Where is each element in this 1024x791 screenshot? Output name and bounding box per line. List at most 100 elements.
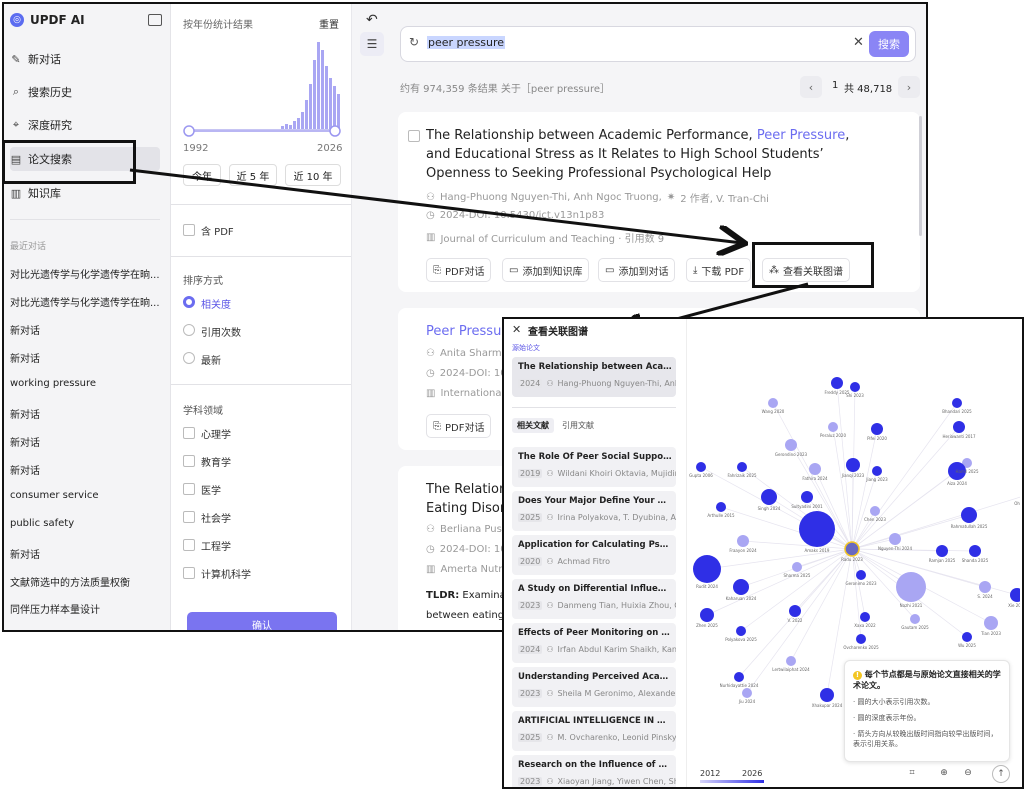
graph-node-label: Bhandari 2025 <box>942 409 972 414</box>
paper-year: 2024 <box>518 645 543 654</box>
graph-node-label: Nurhidayattie 2024 <box>720 683 759 688</box>
graph-node-label: Rudit 2024 <box>696 584 718 589</box>
user-icon: ⚇ <box>546 777 554 786</box>
paper-title: Application for Calculating Psych... <box>518 540 672 550</box>
graph-node-label: Jianqi 2023 <box>841 473 865 478</box>
graph-paper-list: ✕ 查看关联图谱 源始论文 The Relationship between A… <box>504 319 687 787</box>
paper-meta: 2024 ⚇ Hang-Phuong Nguyen-Thi, Anh... <box>518 379 676 388</box>
graph-node <box>936 545 948 557</box>
user-icon: ⚇ <box>546 733 554 742</box>
paper-year: 2024 <box>518 379 543 388</box>
graph-node <box>952 398 962 408</box>
graph-node-label: Fahrizaik 2025 <box>727 473 757 478</box>
paper-meta: 2019⚇Wildani Khoiri Oktavia, Mujidin ... <box>518 469 676 478</box>
tooltip-head-text: 每个节点都是与原始论文直接相关的学术论文。 <box>853 670 1001 690</box>
graph-node <box>828 422 838 432</box>
graph-node-label: Geronimo 2023 <box>845 581 876 586</box>
graph-node <box>831 377 843 389</box>
zoom-out-icon[interactable]: ⊖ <box>960 765 976 781</box>
graph-node <box>856 634 866 644</box>
graph-node-label: Polyakova 2025 <box>725 637 757 642</box>
related-paper-item[interactable]: Research on the Influence of Acad... 2023… <box>512 755 676 787</box>
graph-node-label: Wang 2020 <box>762 409 785 414</box>
graph-node-label: Shanda 2025 <box>962 558 989 563</box>
graph-node-label: Fraayon 2024 <box>729 548 757 553</box>
paper-year: 2023 <box>518 601 543 610</box>
paper-year: 2019 <box>518 469 543 478</box>
graph-node-label: Xhakupar 2024 <box>812 703 843 708</box>
graph-node-label: Radu 2023 <box>841 557 863 562</box>
graph-node <box>896 572 926 602</box>
graph-node-label: Nguyen-Thi 2024 <box>878 546 913 551</box>
related-paper-item[interactable]: ARTIFICIAL INTELLIGENCE IN ASS... 2025 ⚇ M.… <box>512 711 676 751</box>
paper-meta: 2025⚇M. Ovcharenko, Leonid Pinskyy,... <box>518 733 676 742</box>
tab-citing[interactable]: 引用文献 <box>562 420 594 431</box>
graph-node-label: Ohitwa 2019 <box>1014 501 1020 506</box>
graph-node-label: Gerondino 2023 <box>775 452 808 457</box>
fit-view-icon[interactable]: ⌗ <box>904 765 920 781</box>
paper-meta: 2023⚇Danmeng Tian, Huixia Zhou, Ga... <box>518 601 676 610</box>
graph-node-label: Xie 2020 <box>1008 603 1020 608</box>
graph-node-label: Arthulle 2015 <box>707 513 735 518</box>
graph-node <box>716 502 726 512</box>
user-icon: ⚇ <box>546 689 554 698</box>
paper-title: Effects of Peer Monitoring on Stu... <box>518 628 672 638</box>
graph-node-label: Hamil 2025 <box>955 469 978 474</box>
graph-node <box>850 382 860 392</box>
close-icon[interactable]: ✕ <box>512 323 521 336</box>
paper-title: A Study on Differential Influence ... <box>518 584 672 594</box>
popup-title: 查看关联图谱 <box>528 327 588 338</box>
paper-authors: Xiaoyan Jiang, Yiwen Chen, Sha... <box>557 777 676 786</box>
user-icon: ⚇ <box>546 469 554 478</box>
graph-node-label: Shi 2023 <box>846 393 864 398</box>
tooltip-head: ! 每个节点都是与原始论文直接相关的学术论文。 <box>853 669 1003 691</box>
graph-node <box>844 541 860 557</box>
related-paper-item[interactable]: Application for Calculating Psych... 2020… <box>512 535 676 575</box>
graph-node <box>870 506 880 516</box>
graph-node-label: Ramjan 2025 <box>929 558 956 563</box>
graph-node-label: Gupta 2006 <box>689 473 713 478</box>
origin-label: 源始论文 <box>512 344 540 352</box>
paper-authors: Achmad Fitro <box>557 557 611 566</box>
graph-node-label: Heriawanti 2017 <box>942 434 976 439</box>
graph-node-label: Jiu 2024 <box>738 699 756 704</box>
graph-node <box>768 398 778 408</box>
graph-node <box>889 533 901 545</box>
legend-year-end: 2026 <box>742 769 763 778</box>
paper-year: 2025 <box>518 733 543 742</box>
user-icon: ⚇ <box>546 513 554 522</box>
graph-node-label: Sultyadini 2001 <box>791 504 823 509</box>
paper-authors: M. Ovcharenko, Leonid Pinskyy,... <box>557 733 676 742</box>
related-paper-item[interactable]: A Study on Differential Influence ... 202… <box>512 579 676 619</box>
origin-paper-item[interactable]: The Relationship between Acade... 2024 ⚇ H… <box>512 357 676 397</box>
graph-node-label: Pifei 2020 <box>867 436 887 441</box>
graph-node <box>910 614 920 624</box>
graph-node-label: S. 2024 <box>977 594 993 599</box>
paper-meta: 2024⚇Irfan Abdul Karim Shaikh, Kanik... <box>518 645 676 654</box>
tooltip-line: · 箭头方向从较晚出版时间指向较早出版时间，表示引用关系。 <box>853 730 998 748</box>
graph-node-label: V. 2022 <box>788 618 803 623</box>
graph-node <box>736 626 746 636</box>
graph-node-label: Tian 2023 <box>980 631 1001 636</box>
graph-node <box>809 463 821 475</box>
graph-node-label: Lertwilaiphat 2024 <box>772 667 810 672</box>
tab-related[interactable]: 相关文献 <box>512 418 554 433</box>
zoom-in-icon[interactable]: ⊕ <box>936 765 952 781</box>
paper-meta: 2025⚇Irina Polyakova, T. Dyubina, A. S..… <box>518 513 676 522</box>
graph-node <box>737 535 749 547</box>
graph-node <box>734 672 744 682</box>
paper-authors: Hang-Phuong Nguyen-Thi, Anh... <box>557 379 676 388</box>
graph-node-label: Aiza 2024 <box>947 481 967 486</box>
graph-node-label: Kaharuan 2024 <box>726 596 757 601</box>
info-circle-icon[interactable]: ↑ <box>992 765 1010 783</box>
related-paper-item[interactable]: The Role Of Peer Social Support A... 2019… <box>512 447 676 487</box>
graph-node <box>871 423 883 435</box>
paper-meta: 2020 ⚇ Achmad Fitro <box>518 557 676 566</box>
graph-node <box>860 612 870 622</box>
related-paper-item[interactable]: Does Your Major Define Your Min... 2025 ⚇ I… <box>512 491 676 531</box>
related-paper-item[interactable]: Effects of Peer Monitoring on Stu... 2024… <box>512 623 676 663</box>
graph-node <box>961 507 977 523</box>
paper-year: 2023 <box>518 777 543 786</box>
related-paper-item[interactable]: Understanding Perceived Academ... 2023⚇Sh… <box>512 667 676 707</box>
graph-node <box>979 581 991 593</box>
